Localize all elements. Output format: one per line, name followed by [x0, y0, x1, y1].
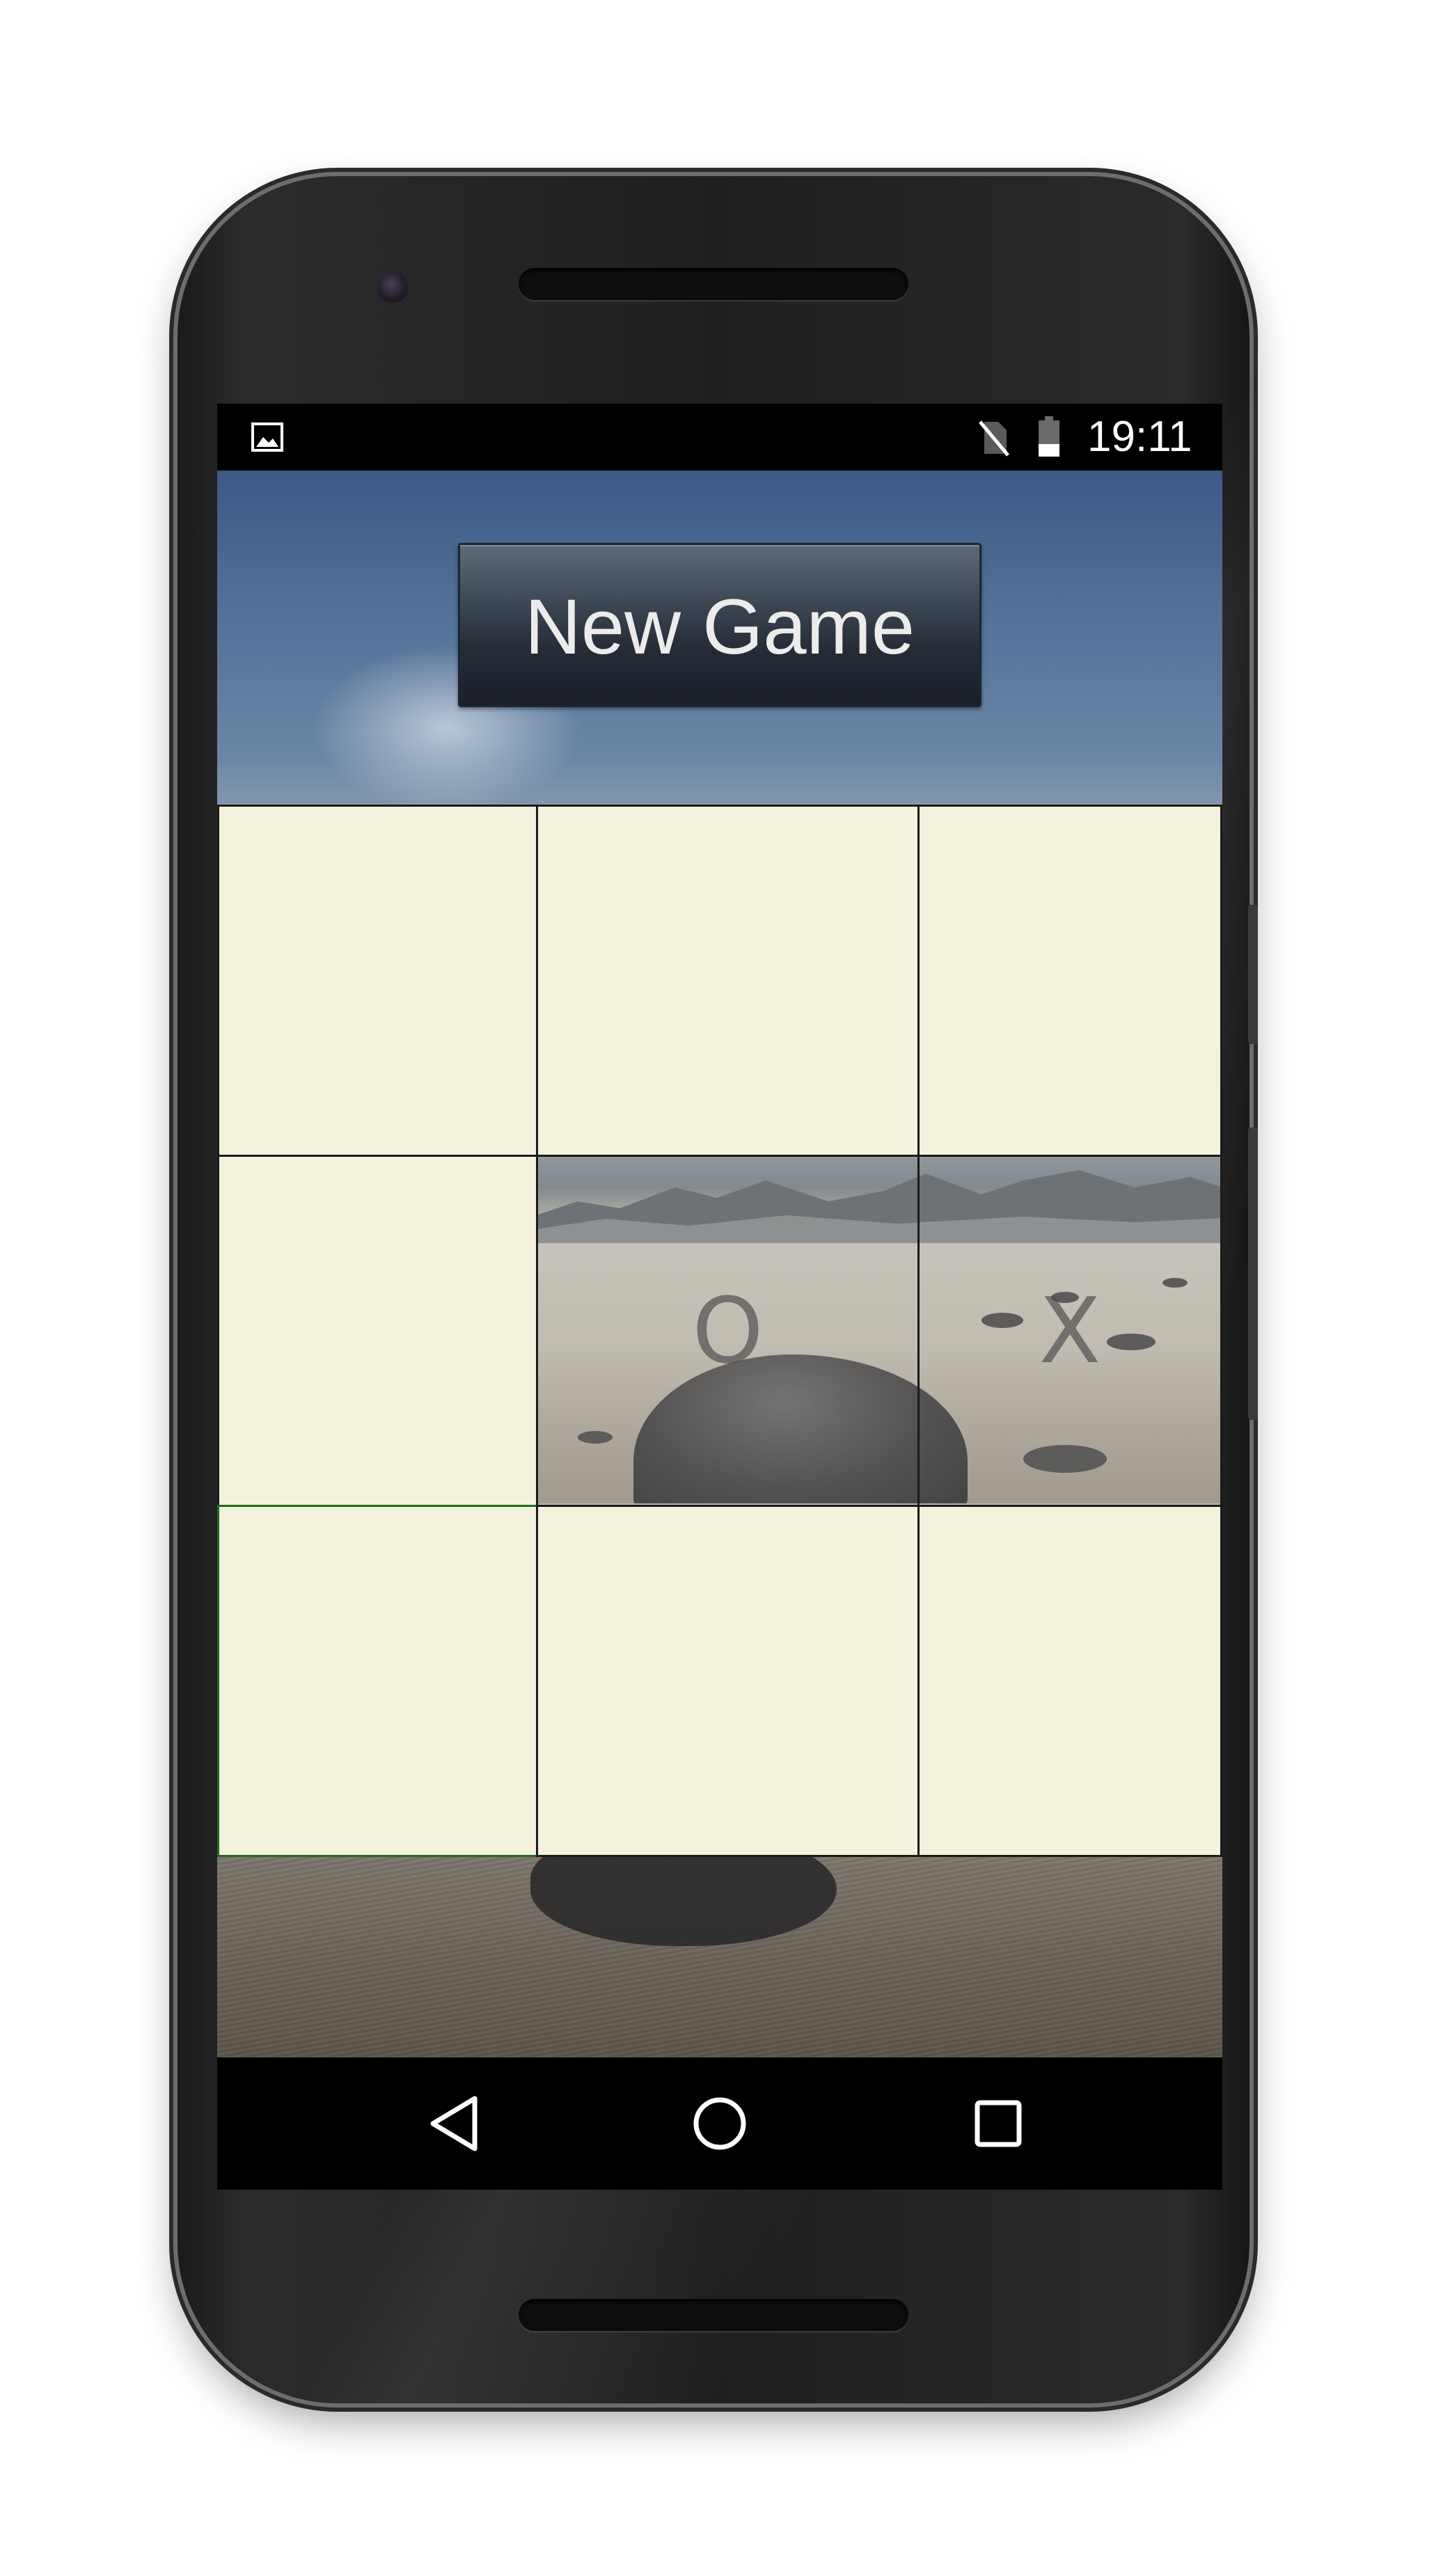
status-bar: 19:11	[217, 404, 1222, 471]
gallery-icon	[251, 422, 283, 452]
phone-screen: 19:11 New Game O X	[217, 404, 1222, 2190]
board-cell-r1c1[interactable]	[217, 805, 538, 1157]
front-camera	[377, 272, 408, 303]
board-cell-r3c1[interactable]	[217, 1505, 538, 1857]
navigation-bar	[217, 2057, 1222, 2190]
board-cell-r1c2[interactable]	[536, 805, 920, 1157]
power-button	[1248, 1128, 1258, 1420]
board-cell-r3c3[interactable]	[917, 1505, 1222, 1857]
game-background: New Game O X	[217, 471, 1222, 2057]
board-cell-r3c2[interactable]	[536, 1505, 920, 1857]
tic-tac-toe-board: O X	[217, 805, 1222, 1857]
bottom-speaker	[519, 2299, 908, 2331]
battery-icon	[1039, 416, 1059, 457]
board-cell-r2c1[interactable]	[217, 1155, 538, 1507]
back-icon[interactable]	[420, 2089, 490, 2158]
board-cell-r2c2[interactable]: O	[536, 1155, 920, 1507]
recents-icon[interactable]	[963, 2089, 1033, 2158]
board-cell-r1c3[interactable]	[917, 805, 1222, 1157]
sim-off-icon	[979, 420, 1009, 457]
new-game-button[interactable]: New Game	[458, 543, 981, 707]
top-speaker	[519, 268, 908, 300]
home-icon[interactable]	[685, 2089, 755, 2158]
board-cell-r2c3[interactable]: X	[917, 1155, 1222, 1507]
status-time: 19:11	[1087, 413, 1192, 461]
volume-button	[1248, 905, 1258, 1044]
